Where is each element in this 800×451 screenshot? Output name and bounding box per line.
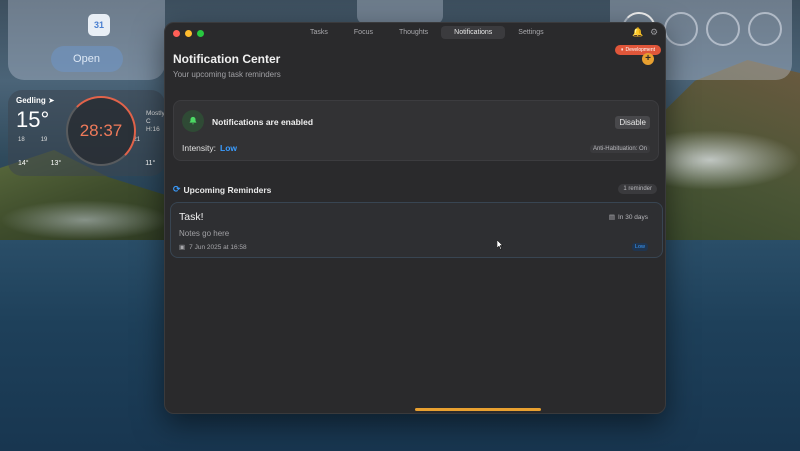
page-subtitle: Your upcoming task reminders	[173, 70, 281, 79]
mouse-cursor-icon	[497, 240, 503, 250]
reminder-due: ▤ In 30 days	[608, 213, 648, 222]
intensity-row: Intensity: Low	[182, 143, 238, 153]
page-title: Notification Center	[173, 52, 281, 66]
add-button[interactable]: +	[642, 53, 654, 65]
tab-bar: Tasks Focus Thoughts Notifications Setti…	[297, 26, 557, 39]
timer-widget: 28:37	[66, 96, 136, 166]
bell-icon	[182, 110, 204, 132]
development-badge: ⏸ Development	[615, 45, 661, 55]
traffic-lights	[165, 29, 204, 37]
titlebar: Tasks Focus Thoughts Notifications Setti…	[165, 23, 665, 43]
tab-notifications[interactable]: Notifications	[441, 26, 506, 39]
disable-button[interactable]: Disable	[615, 116, 650, 129]
minimize-button[interactable]	[185, 29, 192, 37]
refresh-icon: ⟳	[173, 184, 181, 194]
priority-badge: Low	[631, 243, 648, 251]
calendar-clock-icon: ▤	[608, 214, 615, 221]
reminder-card[interactable]: Task! Notes go here ▣ 7 Jun 2025 at 16:5…	[170, 202, 663, 258]
open-button[interactable]: Open	[50, 46, 123, 72]
reminder-title: Task!	[179, 211, 204, 223]
ring-icon	[748, 12, 782, 46]
intensity-value[interactable]: Low	[220, 143, 237, 153]
zoom-button[interactable]	[197, 29, 204, 37]
weather-side-text: Mostly C H:16	[146, 110, 165, 133]
tab-focus[interactable]: Focus	[341, 26, 386, 39]
ring-icon	[664, 12, 698, 46]
reminders-heading: ⟳ Upcoming Reminders	[173, 184, 272, 195]
progress-bar	[415, 408, 541, 411]
calendar-widget: 31 Open	[8, 0, 165, 80]
reminder-count-badge: 1 reminder	[618, 184, 657, 194]
calendar-icon: 31	[88, 14, 110, 36]
reminder-notes: Notes go here	[179, 229, 230, 238]
titlebar-right: 🔔 ⚙	[632, 27, 659, 37]
app-window: Tasks Focus Thoughts Notifications Setti…	[164, 22, 666, 414]
tab-tasks[interactable]: Tasks	[297, 26, 341, 39]
calendar-icon: ▣	[179, 244, 186, 251]
top-center-widget	[357, 0, 443, 24]
ring-icon	[706, 12, 740, 46]
anti-habituation-badge: Anti-Habituation: On	[589, 145, 650, 153]
notifications-status: Notifications are enabled	[212, 117, 314, 127]
tab-thoughts[interactable]: Thoughts	[386, 26, 441, 39]
reminder-date: ▣ 7 Jun 2025 at 16:58	[179, 243, 247, 252]
bell-icon[interactable]: 🔔	[632, 27, 643, 37]
tab-settings[interactable]: Settings	[505, 26, 556, 39]
location-arrow-icon: ➤	[48, 96, 55, 105]
notification-status-card: Notifications are enabled Disable Intens…	[173, 100, 659, 161]
pause-icon: ⏸	[621, 47, 624, 53]
gear-icon[interactable]: ⚙	[650, 27, 659, 37]
fog-right	[650, 130, 800, 190]
close-button[interactable]	[173, 29, 180, 37]
fog-left	[0, 200, 170, 240]
